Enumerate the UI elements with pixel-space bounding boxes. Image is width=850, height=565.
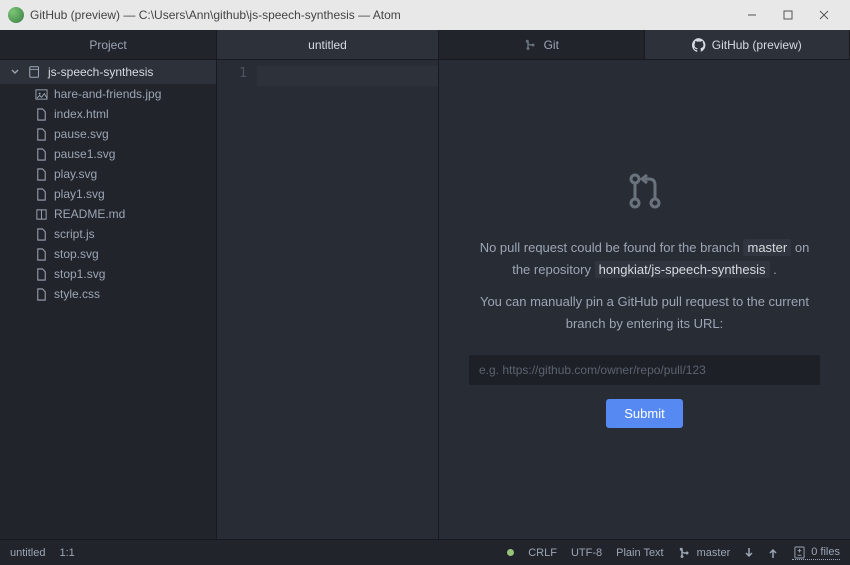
dot-icon <box>507 549 514 556</box>
file-icon <box>34 267 48 281</box>
tree-item-label: pause.svg <box>54 127 109 141</box>
tab-label: GitHub (preview) <box>712 38 802 52</box>
status-eol[interactable]: CRLF <box>528 547 557 559</box>
status-encoding[interactable]: UTF-8 <box>571 547 602 559</box>
tab-project[interactable]: Project <box>0 30 217 59</box>
close-button[interactable] <box>806 0 842 30</box>
tree-item[interactable]: pause1.svg <box>0 144 216 164</box>
tree-item[interactable]: hare-and-friends.jpg <box>0 84 216 104</box>
status-grammar[interactable]: Plain Text <box>616 547 664 559</box>
tree-item[interactable]: play1.svg <box>0 184 216 204</box>
minimize-button[interactable] <box>734 0 770 30</box>
pr-url-input[interactable] <box>469 355 820 385</box>
repo-tag: hongkiat/js-speech-synthesis <box>595 261 770 278</box>
window-controls <box>734 0 842 30</box>
tree-item[interactable]: README.md <box>0 204 216 224</box>
tree-root[interactable]: js-speech-synthesis <box>0 60 216 84</box>
chevron-down-icon <box>8 65 22 79</box>
git-branch-icon <box>678 546 692 560</box>
gutter: 1 <box>217 60 257 539</box>
diff-icon <box>792 545 806 559</box>
tree-item[interactable]: index.html <box>0 104 216 124</box>
git-pull-button[interactable] <box>744 547 754 559</box>
tab-label: Git <box>544 38 559 52</box>
main-area: js-speech-synthesis hare-and-friends.jpg… <box>0 60 850 539</box>
project-tree: js-speech-synthesis hare-and-friends.jpg… <box>0 60 217 539</box>
tree-item[interactable]: stop.svg <box>0 244 216 264</box>
status-cursor-pos[interactable]: 1:1 <box>59 547 74 559</box>
git-push-button[interactable] <box>768 547 778 559</box>
file-icon <box>34 127 48 141</box>
tab-label: Project <box>89 38 126 52</box>
tree-root-label: js-speech-synthesis <box>48 65 153 79</box>
pull-request-icon <box>627 171 663 211</box>
tree-item-label: stop.svg <box>54 247 99 261</box>
tree-item-label: play1.svg <box>54 187 105 201</box>
repo-icon <box>28 65 42 79</box>
maximize-button[interactable] <box>770 0 806 30</box>
tree-item-label: stop1.svg <box>54 267 105 281</box>
file-icon <box>34 167 48 181</box>
tree-item[interactable]: play.svg <box>0 164 216 184</box>
tree-item[interactable]: style.css <box>0 284 216 304</box>
tree-item-label: index.html <box>54 107 109 121</box>
file-icon <box>34 147 48 161</box>
tree-item-label: play.svg <box>54 167 97 181</box>
git-branch-icon <box>524 38 538 52</box>
image-icon <box>34 87 48 101</box>
tab-untitled[interactable]: untitled <box>217 30 439 59</box>
tree-item[interactable]: script.js <box>0 224 216 244</box>
status-branch[interactable]: master <box>678 546 731 560</box>
cursor-line <box>257 66 438 86</box>
editor-pane[interactable]: 1 <box>217 60 439 539</box>
tree-item-label: README.md <box>54 207 125 221</box>
tab-git[interactable]: Git <box>439 30 645 59</box>
file-icon <box>34 187 48 201</box>
tree-item[interactable]: pause.svg <box>0 124 216 144</box>
status-indicator <box>507 549 514 556</box>
status-file[interactable]: untitled <box>10 547 45 559</box>
file-icon <box>34 107 48 121</box>
tree-item-label: script.js <box>54 227 95 241</box>
github-message-2: You can manually pin a GitHub pull reque… <box>469 291 820 335</box>
tab-label: untitled <box>308 38 347 52</box>
github-message-1: No pull request could be found for the b… <box>469 237 820 281</box>
status-git-files[interactable]: 0 files <box>792 545 840 560</box>
panel-tabs: Project untitled Git GitHub (preview) <box>0 30 850 60</box>
editor-body[interactable] <box>257 60 438 539</box>
titlebar: GitHub (preview) — C:\Users\Ann\github\j… <box>0 0 850 30</box>
file-icon <box>34 247 48 261</box>
tab-github[interactable]: GitHub (preview) <box>645 30 850 59</box>
file-icon <box>34 287 48 301</box>
book-icon <box>34 207 48 221</box>
tree-item-label: pause1.svg <box>54 147 115 161</box>
tree-item[interactable]: stop1.svg <box>0 264 216 284</box>
atom-logo-icon <box>8 7 24 23</box>
github-panel: No pull request could be found for the b… <box>439 60 850 539</box>
window-title: GitHub (preview) — C:\Users\Ann\github\j… <box>30 8 734 22</box>
github-icon <box>692 38 706 52</box>
tree-item-label: style.css <box>54 287 100 301</box>
submit-button[interactable]: Submit <box>606 399 682 428</box>
tree-item-label: hare-and-friends.jpg <box>54 87 161 101</box>
statusbar: untitled 1:1 CRLF UTF-8 Plain Text maste… <box>0 539 850 565</box>
file-icon <box>34 227 48 241</box>
branch-tag: master <box>743 239 791 256</box>
line-number: 1 <box>217 66 247 81</box>
